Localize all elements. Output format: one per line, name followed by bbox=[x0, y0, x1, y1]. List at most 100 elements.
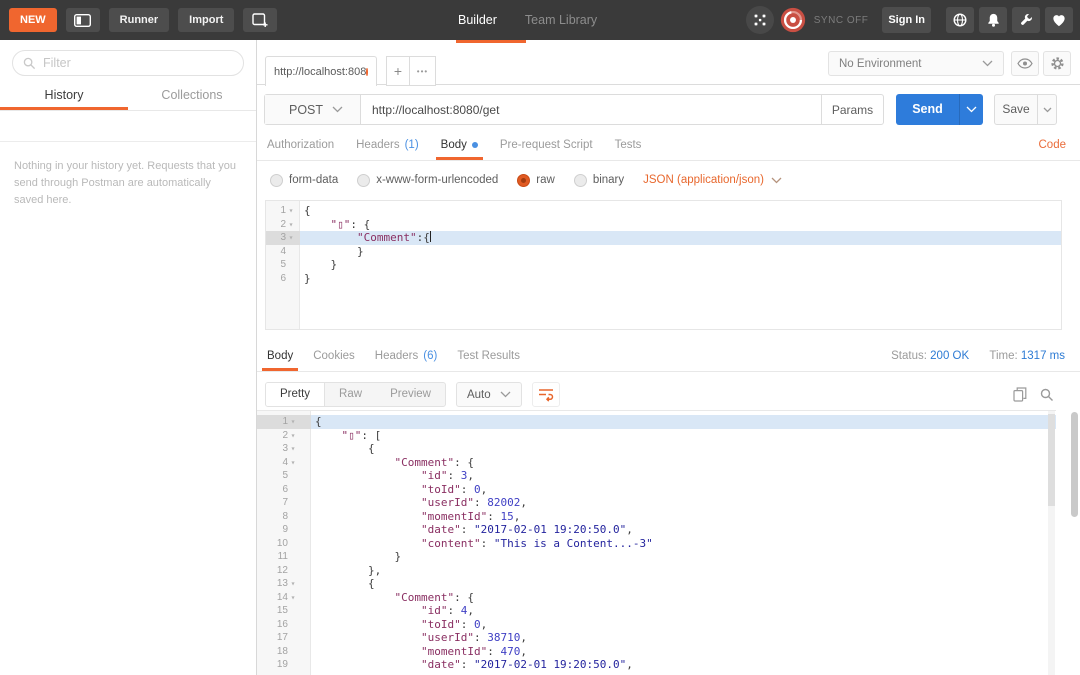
code-link[interactable]: Code bbox=[1039, 130, 1067, 161]
code-text: { bbox=[315, 577, 375, 590]
filter-input[interactable]: Filter bbox=[12, 50, 244, 76]
text-cursor bbox=[429, 231, 431, 242]
code-text: "userId": 82002, bbox=[420, 496, 527, 509]
response-body-viewer[interactable]: 1 ▾{2 ▾ "▯": [3 ▾ {4 ▾ "Comment": {5 "id": 3… bbox=[257, 410, 1056, 675]
response-tab-body[interactable]: Body bbox=[261, 341, 299, 371]
request-tab-headers[interactable]: Headers (1) bbox=[356, 130, 419, 160]
wrap-lines-button[interactable] bbox=[531, 382, 560, 407]
code-text: "id": 4, bbox=[420, 604, 474, 617]
save-options-button[interactable] bbox=[1037, 95, 1056, 124]
fold-toggle-icon[interactable]: ▾ bbox=[286, 218, 296, 232]
new-tab-button[interactable]: + bbox=[386, 56, 410, 86]
body-mode-binary[interactable]: binary bbox=[573, 173, 624, 187]
line-number: 4 bbox=[266, 245, 300, 259]
copy-icon[interactable] bbox=[1013, 387, 1027, 402]
line-number-value: 8 bbox=[282, 510, 288, 522]
line-number-value: 6 bbox=[282, 483, 288, 495]
import-button[interactable]: Import bbox=[178, 8, 235, 32]
code-text: } bbox=[304, 244, 364, 258]
response-tab-cookies[interactable]: Cookies bbox=[313, 341, 355, 371]
body-mode-x-www-form-urlencoded[interactable]: x-www-form-urlencoded bbox=[357, 173, 499, 187]
code-line: 3 ▾ { bbox=[257, 442, 1056, 456]
response-scrollbar-thumb[interactable] bbox=[1048, 414, 1055, 506]
tab-builder[interactable]: Builder bbox=[458, 13, 497, 27]
content-type-select[interactable]: JSON (application/json) bbox=[643, 174, 782, 186]
send-button[interactable]: Send bbox=[896, 94, 959, 125]
window-scrollbar-thumb[interactable] bbox=[1071, 412, 1078, 517]
request-tab-label: Pre-request Script bbox=[499, 139, 593, 151]
capture-requests-button[interactable] bbox=[745, 6, 774, 34]
line-number: 10 bbox=[257, 537, 311, 551]
request-tab-authorization[interactable]: Authorization bbox=[267, 130, 334, 160]
send-options-button[interactable] bbox=[959, 94, 983, 125]
format-select[interactable]: Auto bbox=[455, 382, 522, 407]
view-mode-pretty[interactable]: Pretty bbox=[266, 383, 326, 406]
time-value: 1317 ms bbox=[1020, 350, 1065, 362]
code-text: "content": "This is a Content...-3" bbox=[420, 536, 653, 550]
sync-status-icon[interactable] bbox=[779, 6, 807, 34]
view-mode-preview[interactable]: Preview bbox=[376, 383, 445, 406]
tab-team-library[interactable]: Team Library bbox=[525, 13, 597, 27]
gear-icon bbox=[1050, 57, 1064, 70]
params-button[interactable]: Params bbox=[821, 95, 883, 124]
sync-status-label: SYNC OFF bbox=[813, 14, 869, 26]
search-response-icon[interactable] bbox=[1040, 388, 1054, 402]
view-mode-raw[interactable]: Raw bbox=[325, 383, 376, 406]
request-tab-label: Body bbox=[440, 139, 467, 151]
chevron-down-icon bbox=[1043, 107, 1051, 112]
save-button[interactable]: Save bbox=[995, 95, 1037, 124]
body-mode-form-data[interactable]: form-data bbox=[270, 173, 338, 187]
code-line: 1 ▾{ bbox=[257, 415, 1056, 429]
request-tab-pre-request-script[interactable]: Pre-request Script bbox=[500, 130, 593, 160]
status-value: 200 OK bbox=[930, 350, 970, 362]
response-tab-test-results[interactable]: Test Results bbox=[457, 341, 520, 371]
unsaved-body-dot bbox=[471, 142, 478, 148]
fold-toggle-icon[interactable]: ▾ bbox=[288, 456, 298, 470]
request-tab-tests[interactable]: Tests bbox=[615, 130, 642, 160]
tab-history[interactable]: History bbox=[0, 80, 128, 110]
favorites-button[interactable] bbox=[1045, 7, 1073, 33]
line-number-value: 11 bbox=[277, 551, 288, 562]
body-mode-raw[interactable]: raw bbox=[517, 173, 555, 187]
line-number-value: 5 bbox=[282, 470, 288, 481]
fold-toggle-icon[interactable]: ▾ bbox=[288, 429, 298, 443]
search-icon bbox=[23, 57, 36, 69]
method-value: POST bbox=[289, 102, 324, 117]
new-button[interactable]: NEW bbox=[9, 8, 57, 32]
layout-toggle-button[interactable] bbox=[65, 8, 100, 32]
fold-toggle-icon[interactable]: ▾ bbox=[288, 442, 298, 456]
runner-button[interactable]: Runner bbox=[108, 8, 170, 32]
tab-options-button[interactable]: ••• bbox=[410, 56, 436, 86]
response-tab-headers[interactable]: Headers (6) bbox=[375, 341, 438, 371]
environment-preview-button[interactable] bbox=[1011, 51, 1039, 76]
url-input[interactable]: http://localhost:8080/get bbox=[361, 95, 821, 124]
fold-toggle-icon[interactable]: ▾ bbox=[288, 577, 298, 591]
code-line: 7 "userId": 82002, bbox=[257, 496, 1056, 510]
sign-in-button[interactable]: Sign In bbox=[882, 7, 931, 33]
browse-button[interactable] bbox=[946, 7, 974, 33]
environment-select[interactable]: No Environment bbox=[828, 51, 1004, 76]
line-number-value: 7 bbox=[282, 497, 288, 508]
notifications-button[interactable] bbox=[979, 7, 1007, 33]
body-mode-label: raw bbox=[536, 174, 555, 186]
new-window-button[interactable] bbox=[243, 8, 278, 32]
settings-wrench-button[interactable] bbox=[1012, 7, 1040, 33]
method-select[interactable]: POST bbox=[265, 95, 361, 124]
line-number: 3 ▾ bbox=[266, 231, 300, 245]
fold-toggle-icon[interactable]: ▾ bbox=[286, 204, 296, 218]
line-number: 9 bbox=[257, 523, 311, 537]
environment-settings-button[interactable] bbox=[1043, 51, 1071, 76]
fold-toggle-icon[interactable]: ▾ bbox=[288, 591, 298, 605]
tab-collections[interactable]: Collections bbox=[128, 80, 256, 110]
body-mode-label: x-www-form-urlencoded bbox=[376, 174, 499, 186]
fold-toggle-icon[interactable]: ▾ bbox=[288, 415, 298, 429]
request-tab-body[interactable]: Body bbox=[435, 130, 484, 160]
capture-requests-icon bbox=[754, 14, 766, 26]
line-number-value: 19 bbox=[276, 659, 288, 670]
fold-toggle-icon[interactable]: ▾ bbox=[286, 231, 296, 245]
line-number-value: 5 bbox=[280, 259, 286, 270]
line-number-value: 10 bbox=[276, 537, 288, 549]
request-body-editor[interactable]: 1 ▾{2 ▾ "▯": {3 ▾ "Comment":{4 } 5 } 6} bbox=[265, 200, 1062, 330]
request-tab[interactable]: http://localhost:808 bbox=[265, 56, 377, 86]
radio-icon bbox=[517, 173, 531, 187]
